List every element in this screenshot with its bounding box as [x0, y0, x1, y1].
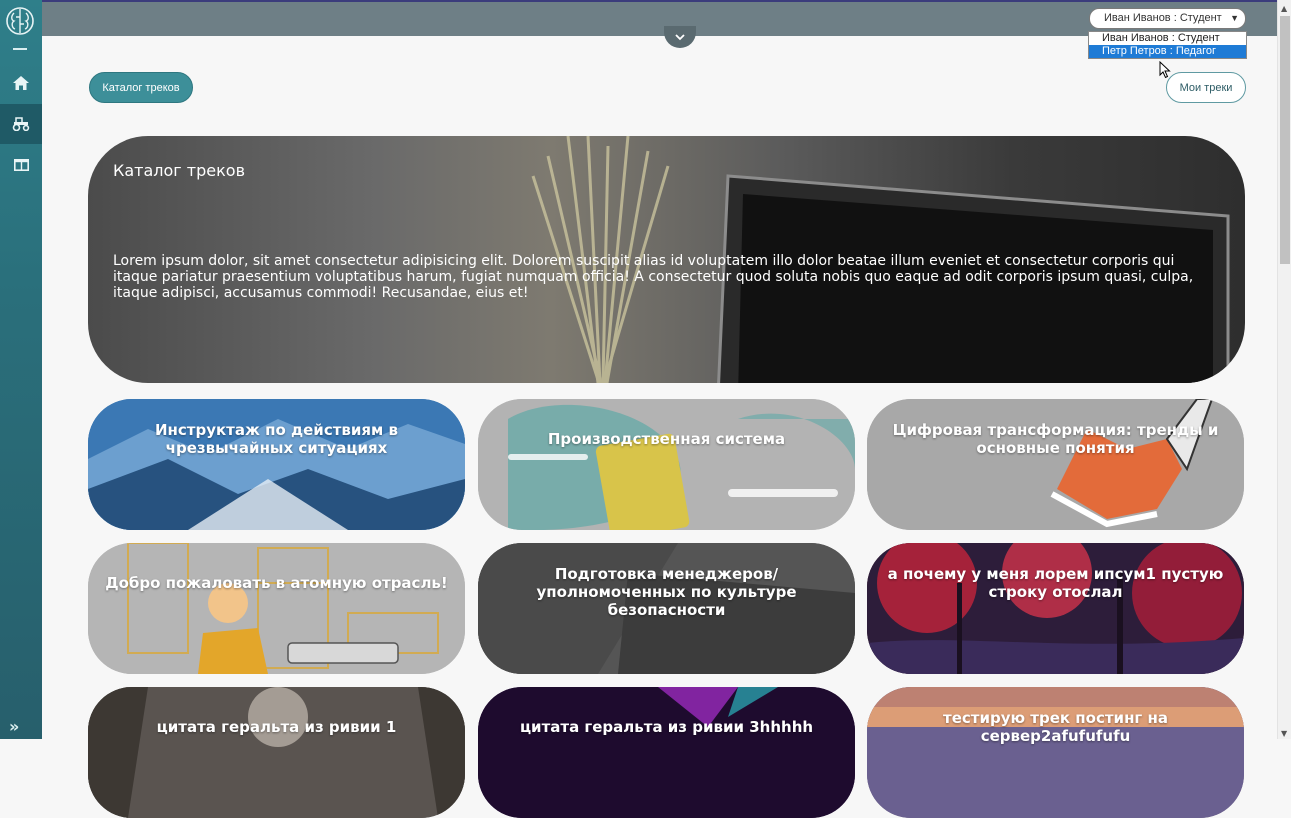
sidebar-divider: [13, 48, 27, 50]
sidebar-item-catalog[interactable]: [0, 145, 42, 185]
sidebar-item-home[interactable]: [0, 63, 42, 103]
track-title: цитата геральта из ривии 1: [156, 718, 397, 736]
track-card[interactable]: Подготовка менеджеров/уполномоченных по …: [478, 543, 855, 674]
autumn-forest-image: [867, 543, 1244, 674]
sneaker-image: [867, 399, 1244, 530]
chevron-down-icon: ▼: [1230, 13, 1239, 23]
hero-description: Lorem ipsum dolor, sit amet consectetur …: [113, 253, 1194, 301]
user-role-selected: Иван Иванов : Студент: [1104, 12, 1222, 24]
witcher-image: [88, 687, 465, 818]
collapse-header-button[interactable]: [664, 26, 696, 48]
track-card[interactable]: цитата геральта из ривии 1: [88, 687, 465, 818]
track-title: тестирую трек постинг на сервер2afufufuf…: [943, 709, 1168, 745]
user-role-dropdown: Иван Иванов : Студент Петр Петров : Педа…: [1088, 31, 1247, 59]
neon-image: [478, 687, 855, 818]
user-role-option-highlighted[interactable]: Петр Петров : Педагог: [1089, 45, 1246, 58]
track-title: Производственная система: [547, 430, 786, 448]
track-card[interactable]: а почему у меня лорем ипсум1 пустую стро…: [867, 543, 1244, 674]
track-title: цитата геральта из ривии 3hhhhh: [519, 718, 814, 736]
catalog-tab-button[interactable]: Каталог треков: [89, 72, 193, 103]
sidebar-item-tracks[interactable]: [0, 104, 42, 144]
production-image: [478, 399, 855, 530]
track-card[interactable]: Добро пожаловать в атомную отрасль!: [88, 543, 465, 674]
track-title: Инструктаж по действиям в чрезвычайных с…: [154, 421, 399, 457]
user-role-option[interactable]: Иван Иванов : Студент: [1089, 32, 1246, 45]
scroll-down-icon[interactable]: ▼: [1281, 729, 1287, 738]
sidebar: »: [0, 0, 42, 739]
track-card[interactable]: Производственная система: [478, 399, 855, 530]
track-title: Подготовка менеджеров/уполномоченных по …: [536, 565, 797, 619]
track-card[interactable]: тестирую трек постинг на сервер2afufufuf…: [867, 687, 1244, 818]
track-card[interactable]: Инструктаж по действиям в чрезвычайных с…: [88, 399, 465, 530]
track-card[interactable]: цитата геральта из ривии 3hhhhh: [478, 687, 855, 818]
scroll-thumb[interactable]: [1280, 16, 1290, 264]
book-icon: [13, 159, 29, 171]
chevron-down-icon: [675, 33, 685, 40]
tractor-icon: [12, 117, 30, 131]
brain-icon[interactable]: [5, 6, 35, 36]
welcome-illustration: [88, 543, 465, 674]
mountains-image: [88, 399, 465, 530]
catalog-hero-banner: Каталог треков Lorem ipsum dolor, sit am…: [88, 136, 1245, 383]
double-chevron-right-icon[interactable]: »: [9, 717, 19, 736]
scroll-up-icon[interactable]: ▲: [1281, 4, 1287, 13]
hero-title: Каталог треков: [113, 161, 245, 180]
track-title: Цифровая трансформация: тренды и основны…: [892, 421, 1219, 457]
home-icon: [13, 76, 29, 90]
page-scrollbar[interactable]: ▲ ▼: [1277, 0, 1291, 739]
user-role-select[interactable]: Иван Иванов : Студент ▼: [1089, 8, 1246, 29]
sunset-image: [867, 687, 1244, 818]
track-card[interactable]: Цифровая трансформация: тренды и основны…: [867, 399, 1244, 530]
my-tracks-button[interactable]: Мои треки: [1166, 72, 1246, 103]
track-title: а почему у меня лорем ипсум1 пустую стро…: [887, 565, 1224, 601]
track-title: Добро пожаловать в атомную отрасль!: [105, 574, 448, 592]
